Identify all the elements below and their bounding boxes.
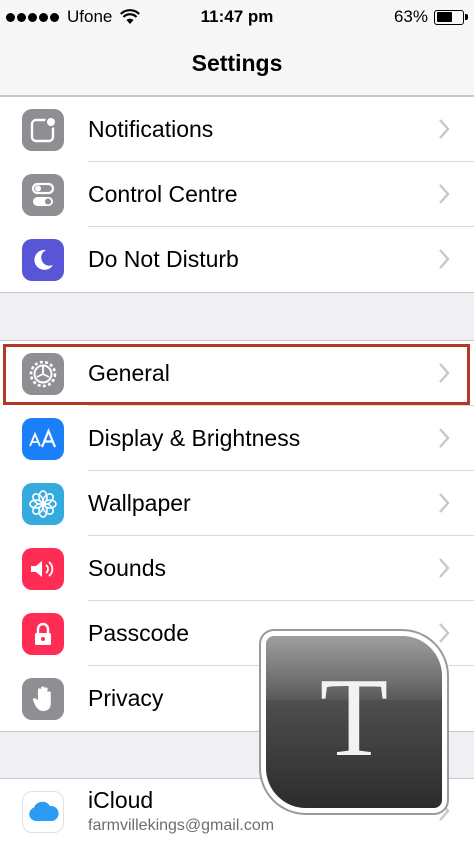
- row-label: Privacy: [88, 685, 164, 711]
- status-bar: Ufone 11:47 pm 63%: [0, 0, 474, 34]
- settings-row-sounds[interactable]: Sounds: [0, 536, 474, 601]
- chevron-right-icon: [439, 184, 450, 204]
- chevron-right-icon: [439, 249, 450, 269]
- settings-row-display-brightness[interactable]: Display & Brightness: [0, 406, 474, 471]
- battery-percent: 63%: [393, 7, 428, 26]
- icloud-account-email: farmvillekings@gmail.com: [88, 817, 275, 834]
- speaker-icon: [22, 548, 64, 590]
- notifications-icon: [22, 109, 64, 151]
- row-label: Sounds: [88, 555, 167, 581]
- settings-group-system: Notifications Control Centre Do Not Dist…: [0, 96, 474, 293]
- settings-row-notifications[interactable]: Notifications: [0, 97, 474, 162]
- text-size-icon: [22, 418, 64, 460]
- control-centre-icon: [22, 174, 64, 216]
- battery-status: 63%: [393, 7, 468, 27]
- battery-icon: [434, 9, 468, 25]
- general-highlight-box: [3, 344, 470, 405]
- row-label: Do Not Disturb: [88, 246, 239, 272]
- row-label: Wallpaper: [88, 490, 191, 516]
- page-title: Settings: [191, 50, 283, 76]
- row-label: Passcode: [88, 620, 190, 646]
- navigation-bar: Settings: [0, 34, 474, 96]
- settings-row-control-centre[interactable]: Control Centre: [0, 162, 474, 227]
- lock-icon: [22, 613, 64, 655]
- row-label: Control Centre: [88, 181, 238, 207]
- settings-row-do-not-disturb[interactable]: Do Not Disturb: [0, 227, 474, 292]
- settings-row-wallpaper[interactable]: Wallpaper: [0, 471, 474, 536]
- battery-fill: [436, 12, 453, 22]
- chevron-right-icon: [439, 119, 450, 139]
- row-label: iCloud: [88, 787, 154, 813]
- moon-icon: [22, 239, 64, 281]
- row-label: Display & Brightness: [88, 425, 301, 451]
- cloud-icon: [22, 791, 64, 833]
- chevron-right-icon: [439, 558, 450, 578]
- hand-icon: [22, 678, 64, 720]
- row-label: Notifications: [88, 116, 214, 142]
- chevron-right-icon: [439, 623, 450, 643]
- t-app-logo-icon: T: [266, 636, 442, 808]
- chevron-right-icon: [439, 428, 450, 448]
- watermark-letter: T: [319, 656, 389, 780]
- wallpaper-flower-icon: [22, 483, 64, 525]
- chevron-right-icon: [439, 493, 450, 513]
